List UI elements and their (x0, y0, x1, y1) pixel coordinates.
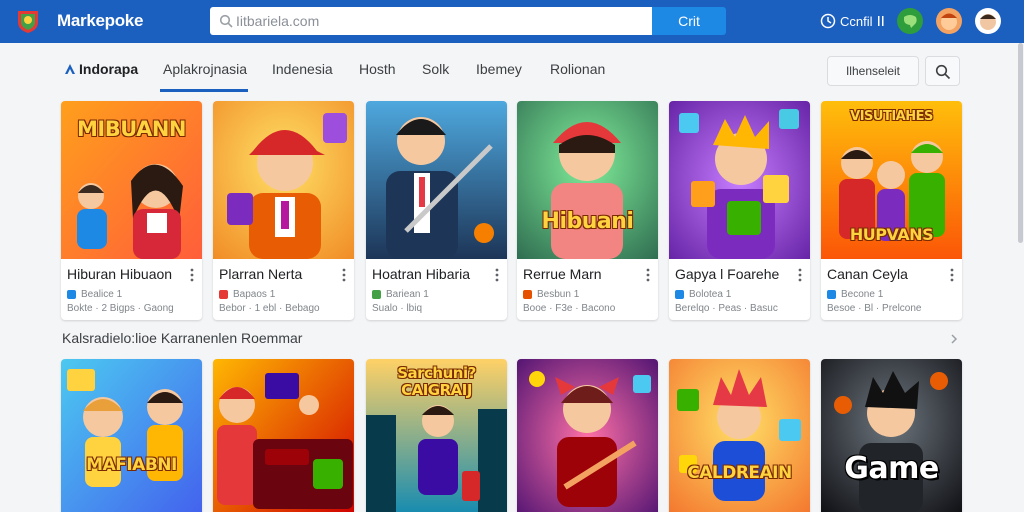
more-options-icon[interactable] (187, 267, 197, 283)
category-icon (523, 290, 532, 299)
game-title[interactable]: Hiburan Hibuaon (67, 266, 182, 282)
tab-ibemey[interactable]: Ibemey (476, 61, 522, 77)
game-meta: Bolotea 1 (675, 289, 731, 300)
game-thumbnail: VISUTIAHES HUPVANS (821, 101, 962, 259)
game-thumbnail (517, 359, 658, 512)
home-logo-icon (65, 64, 75, 74)
game-thumbnail: CALDREAIN (669, 359, 810, 512)
meta-text: Bealice 1 (81, 289, 123, 300)
game-art-title: MAFIABNI (86, 455, 177, 475)
game-art-title: Game (844, 451, 939, 486)
account-menu[interactable]: Ccnfil (820, 11, 885, 31)
search-toggle-button[interactable] (925, 56, 960, 86)
category-icon (827, 290, 836, 299)
search-icon (219, 14, 233, 28)
game-art-title: CALDREAIN (687, 463, 792, 483)
search-box (210, 7, 652, 35)
game-stats: Berelqo · Peas · Basuc (675, 303, 778, 314)
more-options-icon[interactable] (643, 267, 653, 283)
top-header: Markepoke Crit Ccnfil (0, 0, 1024, 43)
game-art-title: Sarchuni? CAIGRAIJ (397, 364, 476, 399)
game-thumbnail: Hibuani (517, 101, 658, 259)
tab-indorapa[interactable]: Indorapa (64, 61, 138, 77)
chat-icon[interactable] (897, 8, 923, 34)
active-tab-indicator (160, 89, 248, 92)
meta-text: Becone 1 (841, 289, 884, 300)
meta-text: Besbun 1 (537, 289, 580, 300)
search-button[interactable]: Crit (652, 7, 726, 35)
category-tabs: Indorapa Aplakrojnasia Indenesia Hosth S… (0, 43, 1024, 95)
game-thumbnail (213, 359, 354, 512)
game-meta: Bariean 1 (372, 289, 429, 300)
avatar-icon[interactable] (936, 8, 962, 34)
category-icon (372, 290, 381, 299)
game-meta: Becone 1 (827, 289, 883, 300)
game-thumbnail: Game (821, 359, 962, 512)
game-stats: Sualo · lbiq (372, 303, 423, 314)
more-options-icon[interactable] (339, 267, 349, 283)
profile-avatar[interactable] (975, 8, 1001, 34)
category-icon (67, 290, 76, 299)
filter-button[interactable]: Ilhenseleit (827, 56, 919, 86)
game-title[interactable]: Plarran Nerta (219, 266, 334, 282)
game-art-banner: VISUTIAHES (850, 109, 933, 124)
category-icon (219, 290, 228, 299)
search-icon (935, 64, 951, 80)
game-thumbnail: MAFIABNI (61, 359, 202, 512)
game-card[interactable]: VISUTIAHES HUPVANS Canan Ceyla Becone 1 … (821, 101, 962, 320)
game-stats: Booe · F3e · Bacono (523, 303, 616, 314)
game-title[interactable]: Rerrue Marn (523, 266, 638, 282)
game-meta: Bapaos 1 (219, 289, 275, 300)
game-card[interactable]: Plarran Nerta Bapaos 1 Bebor · 1 ebl · B… (213, 101, 354, 320)
game-art-title: MIBUANN (76, 117, 187, 141)
game-stats: Besoe · Bl · Prelcone (827, 303, 922, 314)
game-thumbnail (669, 101, 810, 259)
game-card[interactable]: Gapya l Foarehe Bolotea 1 Berelqo · Peas… (669, 101, 810, 320)
category-icon (675, 290, 684, 299)
game-card[interactable] (517, 359, 658, 512)
game-card[interactable]: CALDREAIN (669, 359, 810, 512)
tab-indenesia[interactable]: Indenesia (272, 61, 333, 77)
account-label: Ccnfil (840, 13, 873, 29)
game-thumbnail (213, 101, 354, 259)
meta-text: Bolotea 1 (689, 289, 732, 300)
tab-rolionan[interactable]: Rolionan (550, 61, 605, 77)
game-thumbnail (366, 101, 507, 259)
game-thumbnail: MIBUANN (61, 101, 202, 259)
tab-solk[interactable]: Solk (422, 61, 449, 77)
chevron-right-icon[interactable] (948, 332, 960, 346)
more-options-icon[interactable] (492, 267, 502, 283)
game-stats: Bokte · 2 Bigps · Gaong (67, 303, 174, 314)
meta-text: Bapaos 1 (233, 289, 276, 300)
game-art-title: HUPVANS (849, 225, 934, 244)
game-art-title: Hibuani (541, 209, 634, 234)
game-card[interactable]: MAFIABNI (61, 359, 202, 512)
brand-name[interactable]: Markepoke (57, 11, 143, 31)
more-options-icon[interactable] (947, 267, 957, 283)
page-scrollbar[interactable] (1018, 43, 1023, 243)
game-card[interactable]: Hoatran Hibaria Bariean 1 Sualo · lbiq (366, 101, 507, 320)
meta-text: Bariean 1 (386, 289, 429, 300)
search-input[interactable] (236, 7, 646, 35)
game-thumbnail: Sarchuni? CAIGRAIJ (366, 359, 507, 512)
tab-aplakrojnasia[interactable]: Aplakrojnasia (163, 61, 247, 77)
game-card[interactable]: MIBUANN Hiburan Hibuaon Bealice 1 Bokte … (61, 101, 202, 320)
app-logo-icon[interactable] (14, 6, 42, 34)
section-title: Kalsradielo:lioe Karranenlen Roemmar (62, 330, 303, 346)
game-meta: Besbun 1 (523, 289, 579, 300)
tab-hosth[interactable]: Hosth (359, 61, 396, 77)
game-title[interactable]: Hoatran Hibaria (372, 266, 487, 282)
game-title[interactable]: Gapya l Foarehe (675, 266, 790, 282)
game-card[interactable]: Hibuani Rerrue Marn Besbun 1 Booe · F3e … (517, 101, 658, 320)
game-meta: Bealice 1 (67, 289, 122, 300)
game-title[interactable]: Canan Ceyla (827, 266, 942, 282)
clock-icon (820, 13, 836, 29)
game-card[interactable] (213, 359, 354, 512)
game-stats: Bebor · 1 ebl · Bebago (219, 303, 320, 314)
bars-icon (877, 16, 884, 26)
tab-label: Indorapa (79, 61, 139, 77)
game-card[interactable]: Sarchuni? CAIGRAIJ (366, 359, 507, 512)
game-card[interactable]: Game (821, 359, 962, 512)
more-options-icon[interactable] (795, 267, 805, 283)
